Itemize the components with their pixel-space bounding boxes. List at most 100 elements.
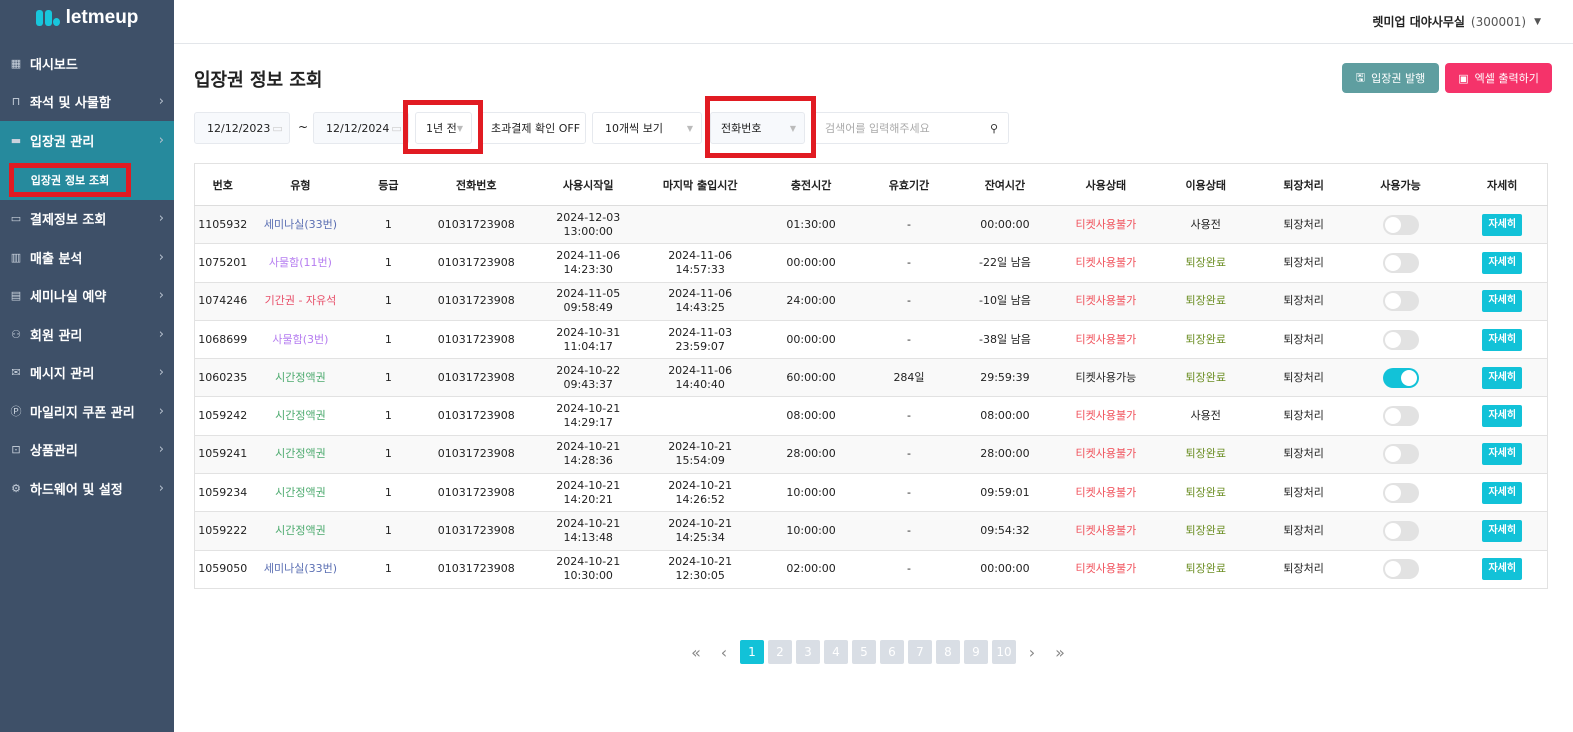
sidebar-item-7[interactable]: ✉ 메시지 관리 › (0, 354, 174, 393)
overpay-toggle-button[interactable]: 초과결제 확인 OFF (478, 112, 586, 144)
use-status: 티켓사용불가 (1063, 205, 1148, 245)
sidebar-item-4[interactable]: ▥ 매출 분석 › (0, 238, 174, 277)
column-header: 충전시간 (750, 163, 873, 206)
chevron-right-icon: › (158, 211, 164, 227)
sidebar-item-3[interactable]: ▭ 결제정보 조회 › (0, 200, 174, 239)
detail-button[interactable]: 자세히 (1482, 328, 1523, 351)
card-icon: ▭ (10, 212, 22, 226)
detail-button[interactable]: 자세히 (1482, 443, 1523, 466)
issue-ticket-button[interactable]: 🖫 입장권 발행 (1342, 63, 1439, 93)
use-status: 티켓사용불가 (1063, 282, 1148, 321)
grid-icon: ▦ (10, 56, 22, 70)
last-access-time: 14:40:40 (675, 377, 725, 391)
page-button[interactable]: 5 (852, 640, 876, 664)
sidebar-item-label: 결제정보 조회 (30, 213, 107, 229)
account-menu[interactable]: 렛미업 대야사무실 (300001) ▼ (1372, 13, 1541, 30)
charge-time: 10:00:00 (750, 473, 873, 513)
first-page-icon[interactable]: « (684, 643, 708, 662)
available-toggle[interactable] (1382, 406, 1419, 427)
page-button[interactable]: 6 (880, 640, 904, 664)
sidebar-item-0[interactable]: ▦ 대시보드 (0, 44, 174, 83)
ticket-id: 1105932 (194, 205, 251, 245)
start-time-date: 2024-10-31 (556, 325, 621, 339)
available-cell (1343, 435, 1458, 475)
search-icon[interactable]: ⚲ (990, 122, 998, 135)
available-toggle[interactable] (1382, 521, 1419, 542)
start-date-input[interactable]: 12/12/2023 ▭ (194, 112, 290, 144)
page-button[interactable]: 3 (796, 640, 820, 664)
column-header: 퇴장처리 (1263, 163, 1344, 206)
available-toggle[interactable] (1382, 291, 1419, 312)
available-toggle[interactable] (1382, 329, 1419, 350)
remaining-time: -38일 남음 (945, 320, 1064, 360)
page-button[interactable]: 2 (768, 640, 792, 664)
page-button[interactable]: 7 (908, 640, 932, 664)
sidebar-item-10[interactable]: ⚙ 하드웨어 및 설정 › (0, 469, 174, 508)
detail-button[interactable]: 자세히 (1482, 251, 1523, 274)
page-button[interactable]: 8 (936, 640, 960, 664)
use-status: 티켓사용불가 (1063, 473, 1148, 513)
detail-button[interactable]: 자세히 (1482, 366, 1523, 389)
grade: 1 (350, 550, 427, 589)
start-time-date: 2024-11-05 (556, 287, 621, 301)
column-header: 번호 (194, 163, 251, 206)
end-date-input[interactable]: 12/12/2024 ▭ (313, 112, 409, 144)
ticket-id: 1059241 (194, 435, 251, 475)
sidebar-subitem-ticket-info[interactable]: 입장권 정보 조회 (9, 162, 131, 197)
table-row: 1059050 세미나실(33번) 1 01031723908 2024-10-21 10… (194, 550, 1548, 589)
logo[interactable]: letmeup (0, 0, 174, 36)
detail-button[interactable]: 자세히 (1482, 520, 1523, 543)
prev-page-icon[interactable]: ‹ (712, 643, 736, 662)
available-toggle[interactable] (1382, 367, 1419, 388)
available-toggle[interactable] (1382, 214, 1419, 235)
available-toggle[interactable] (1382, 482, 1419, 503)
last-access-date: 2024-10-21 (668, 478, 733, 492)
detail-button[interactable]: 자세히 (1482, 405, 1523, 428)
sidebar-item-6[interactable]: ⚇ 회원 관리 › (0, 315, 174, 354)
detail-button[interactable]: 자세히 (1482, 213, 1523, 236)
page-button[interactable]: 1 (740, 640, 764, 664)
usage-state: 퇴장완료 (1147, 282, 1264, 321)
grade: 1 (350, 282, 427, 321)
column-header: 사용상태 (1063, 163, 1148, 206)
sidebar-item-5[interactable]: ▤ 세미나실 예약 › (0, 277, 174, 316)
excel-export-button[interactable]: ▣ 엑셀 출력하기 (1445, 63, 1552, 93)
detail-button[interactable]: 자세히 (1482, 558, 1523, 581)
start-time-time: 14:28:36 (563, 454, 613, 468)
sidebar-item-8[interactable]: Ⓟ 마일리지 쿠폰 관리 › (0, 392, 174, 431)
available-toggle[interactable] (1382, 559, 1419, 580)
detail-button[interactable]: 자세히 (1482, 290, 1523, 313)
sidebar-item-1[interactable]: ⊓ 좌석 및 사물함 › (0, 83, 174, 122)
detail-cell: 자세히 (1457, 320, 1548, 360)
last-page-icon[interactable]: » (1048, 643, 1072, 662)
sidebar-item-label: 입장권 관리 (30, 134, 95, 150)
page-button[interactable]: 9 (964, 640, 988, 664)
usage-state: 퇴장완료 (1147, 243, 1264, 283)
page-size-select[interactable]: 10개씩 보기 ▼ (592, 112, 702, 144)
available-toggle[interactable] (1382, 252, 1419, 273)
ticket-id: 1059050 (194, 550, 251, 589)
phone: 01031723908 (426, 282, 527, 321)
search-input[interactable]: 검색어를 입력해주세요 ⚲ (812, 112, 1009, 144)
grade: 1 (350, 243, 427, 283)
grade: 1 (350, 396, 427, 436)
usage-state: 퇴장완료 (1147, 473, 1264, 513)
detail-button[interactable]: 자세히 (1482, 481, 1523, 504)
table-row: 1074246 기간권 - 자유석 1 01031723908 2024-11-05 09… (194, 282, 1548, 321)
ticket-id: 1075201 (194, 243, 251, 283)
page-button[interactable]: 4 (824, 640, 848, 664)
page-button[interactable]: 10 (992, 640, 1016, 664)
valid-period: - (872, 396, 946, 436)
chevron-right-icon: › (158, 442, 164, 458)
sidebar-item-9[interactable]: ⊡ 상품관리 › (0, 431, 174, 470)
table-row: 1068699 사물함(3번) 1 01031723908 2024-10-31 11:0… (194, 320, 1548, 360)
available-cell (1343, 396, 1458, 436)
chart-icon: ▥ (10, 250, 22, 264)
use-status: 티켓사용불가 (1063, 396, 1148, 436)
available-toggle[interactable] (1382, 444, 1419, 465)
last-access-date: 2024-10-21 (668, 517, 733, 531)
next-page-icon[interactable]: › (1020, 643, 1044, 662)
table-row: 1105932 세미나실(33번) 1 01031723908 2024-12-03 13… (194, 205, 1548, 245)
available-cell (1343, 205, 1458, 245)
sidebar-item-2[interactable]: ▬ 입장권 관리 › (0, 121, 174, 160)
